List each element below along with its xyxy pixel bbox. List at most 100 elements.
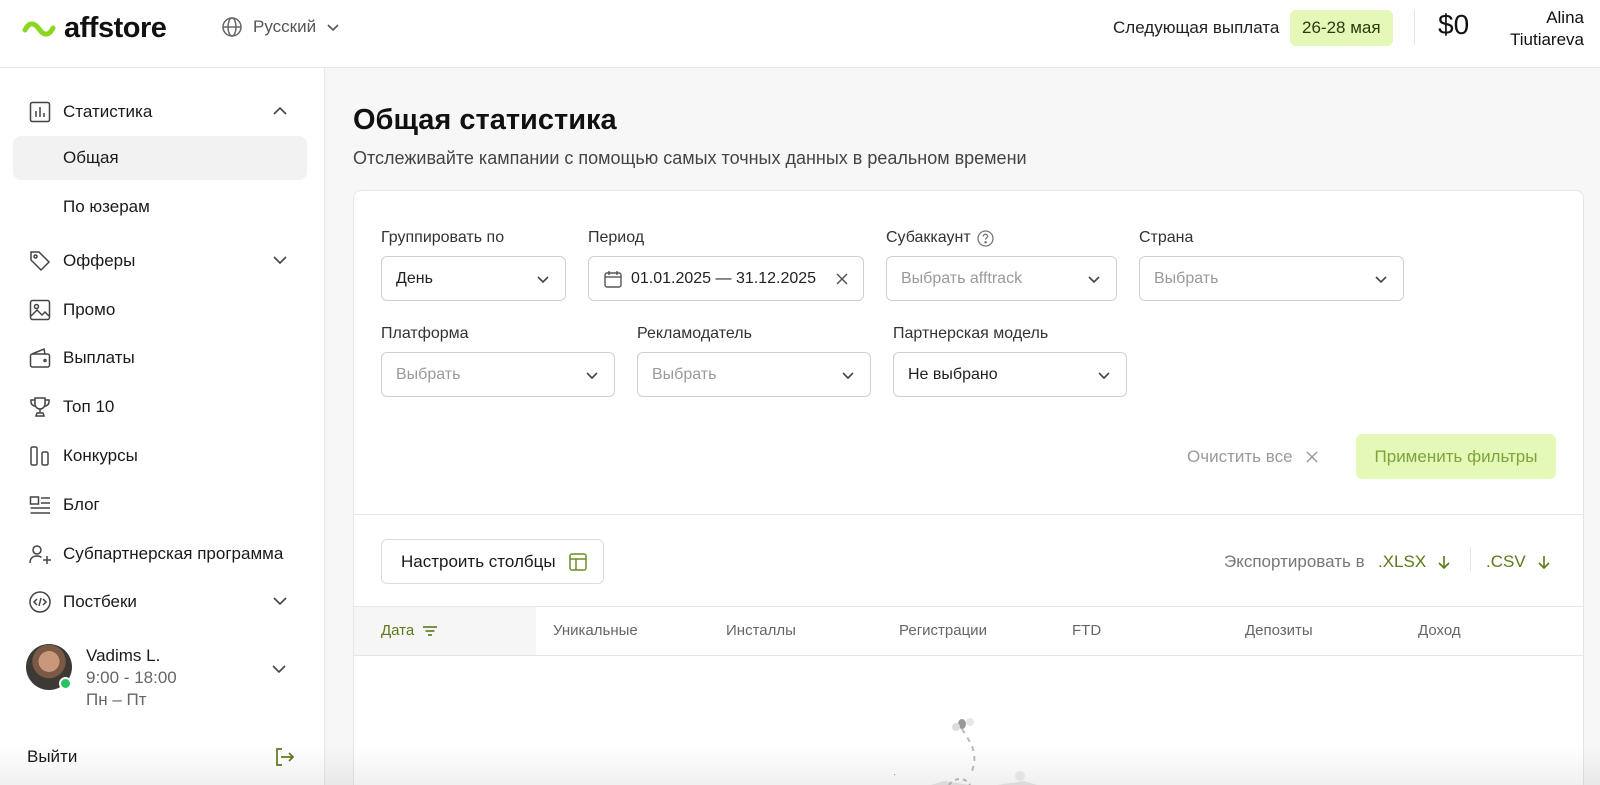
configure-columns-button[interactable]: Настроить столбцы [381, 539, 604, 584]
column-header-label: Доход [1418, 622, 1461, 639]
svg-text:+: + [894, 767, 897, 783]
group-by-label: Группировать по [381, 229, 505, 246]
subaccount-select[interactable]: Выбрать afftrack [886, 256, 1117, 301]
period-input[interactable]: 01.01.2025 — 31.12.2025 [588, 256, 864, 301]
calendar-icon [604, 270, 622, 288]
sidebar-item-postbacks[interactable]: Постбеки [13, 580, 307, 624]
logo-text: affstore [64, 12, 167, 44]
section-divider [354, 514, 1583, 515]
partner-model-label: Партнерская модель [893, 325, 1049, 342]
column-header-registrations[interactable]: Регистрации [899, 622, 987, 639]
sidebar-item-label: Промо [63, 300, 116, 319]
subaccount-placeholder: Выбрать afftrack [901, 269, 1023, 287]
group-by-select[interactable]: День [381, 256, 566, 301]
sidebar-subitem-general[interactable]: Общая [13, 136, 307, 180]
download-arrow-icon [1538, 556, 1550, 570]
column-header-installs[interactable]: Инсталлы [726, 622, 796, 639]
sidebar-item-statistics[interactable]: Статистика [13, 90, 307, 134]
chevron-down-icon [586, 372, 598, 380]
export-divider [1470, 547, 1471, 571]
sidebar-item-label: Постбеки [63, 592, 137, 611]
partner-model-value: Не выбрано [908, 365, 998, 383]
country-placeholder: Выбрать [1154, 269, 1219, 287]
sidebar-item-offers[interactable]: Офферы [13, 239, 307, 283]
image-icon [27, 297, 53, 323]
sidebar-item-blog[interactable]: Блог [13, 483, 307, 527]
user-menu[interactable]: Alina Tiutiareva [1510, 7, 1584, 51]
chevron-down-icon [273, 256, 287, 265]
manager-card[interactable]: Vadims L. 9:00 - 18:00 Пн – Пт [26, 644, 306, 714]
platform-select[interactable]: Выбрать [381, 352, 615, 397]
column-header-uniques[interactable]: Уникальные [553, 622, 638, 639]
column-header-deposits[interactable]: Депозиты [1245, 622, 1313, 639]
column-header-label: Дата [381, 622, 415, 639]
column-header-date[interactable]: Дата [381, 622, 438, 639]
blog-icon [27, 492, 53, 518]
next-payout-badge: 26-28 мая [1290, 10, 1393, 46]
sidebar-item-payouts[interactable]: Выплаты [13, 336, 307, 380]
sidebar-subitem-by-users[interactable]: По юзерам [13, 185, 307, 229]
columns-icon [27, 443, 53, 469]
export-csv-label: .CSV [1486, 552, 1526, 571]
country-label: Страна [1139, 229, 1194, 246]
code-icon [27, 589, 53, 615]
logo[interactable]: affstore [22, 12, 167, 45]
platform-placeholder: Выбрать [396, 365, 461, 383]
top-bar: affstore Русский Следующая выплата 26-28… [0, 0, 1600, 68]
globe-icon [222, 17, 242, 37]
manager-name: Vadims L. [86, 646, 161, 665]
export-xlsx-label: .XLSX [1378, 552, 1427, 571]
advertiser-placeholder: Выбрать [652, 365, 717, 383]
chevron-down-icon [842, 372, 854, 380]
column-header-label: Регистрации [899, 622, 987, 639]
page-title: Общая статистика [353, 104, 617, 136]
sidebar-item-top10[interactable]: Топ 10 [13, 385, 307, 429]
column-header-ftd[interactable]: FTD [1072, 622, 1101, 639]
user-last-name: Tiutiareva [1509, 30, 1584, 49]
export-csv-link[interactable]: .CSV [1486, 552, 1552, 572]
table-columns-icon [568, 552, 587, 571]
manager-hours: 9:00 - 18:00 [86, 668, 177, 687]
clear-all-label: Очистить все [1187, 447, 1293, 466]
export-xlsx-link[interactable]: .XLSX [1378, 552, 1452, 572]
bar-chart-icon [27, 99, 53, 125]
language-label: Русский [253, 17, 317, 36]
configure-columns-label: Настроить столбцы [401, 551, 556, 571]
apply-filters-button[interactable]: Применить фильтры [1356, 434, 1556, 479]
logout-icon[interactable] [273, 746, 295, 768]
advertiser-select[interactable]: Выбрать [637, 352, 871, 397]
sidebar-item-subpartner[interactable]: Субпартнерская программа [13, 532, 307, 576]
sidebar-item-contests[interactable]: Конкурсы [13, 434, 307, 478]
online-status-dot [59, 677, 72, 690]
logout-link[interactable]: Выйти [27, 747, 77, 767]
language-selector[interactable]: Русский [221, 16, 340, 38]
page-subtitle: Отслеживайте кампании с помощью самых то… [353, 148, 1027, 168]
column-header-revenue[interactable]: Доход [1418, 622, 1461, 639]
user-plus-icon [27, 541, 53, 567]
column-header-label: Уникальные [553, 622, 638, 639]
column-header-label: Депозиты [1245, 622, 1313, 639]
balance: $0 [1438, 9, 1470, 40]
chevron-down-icon [273, 597, 287, 606]
statistics-card: Группировать по День Период 01.01.2025 —… [353, 190, 1584, 785]
chevron-up-icon [273, 106, 287, 115]
header-divider [1414, 10, 1415, 45]
table-header: Дата Уникальные Инсталлы Регистрации FTD… [354, 606, 1583, 656]
sidebar-item-promo[interactable]: Промо [13, 288, 307, 332]
logo-mark-icon [22, 20, 56, 37]
user-first-name: Alina [1546, 8, 1584, 27]
partner-model-select[interactable]: Не выбрано [893, 352, 1127, 397]
group-by-value: День [396, 269, 433, 287]
country-select[interactable]: Выбрать [1139, 256, 1404, 301]
clear-all-button[interactable]: Очистить все [1187, 447, 1319, 467]
chevron-down-icon [1098, 372, 1110, 380]
help-icon[interactable] [977, 229, 994, 247]
sidebar-item-label: Топ 10 [63, 397, 115, 416]
sidebar-item-label: Субпартнерская программа [63, 544, 284, 563]
chevron-down-icon [327, 24, 339, 32]
chevron-down-icon [537, 276, 549, 284]
subaccount-label: Субаккаунт [886, 229, 971, 246]
close-icon[interactable] [835, 272, 849, 286]
export-label: Экспортировать в [1224, 552, 1365, 571]
period-value: 01.01.2025 — 31.12.2025 [631, 269, 817, 287]
